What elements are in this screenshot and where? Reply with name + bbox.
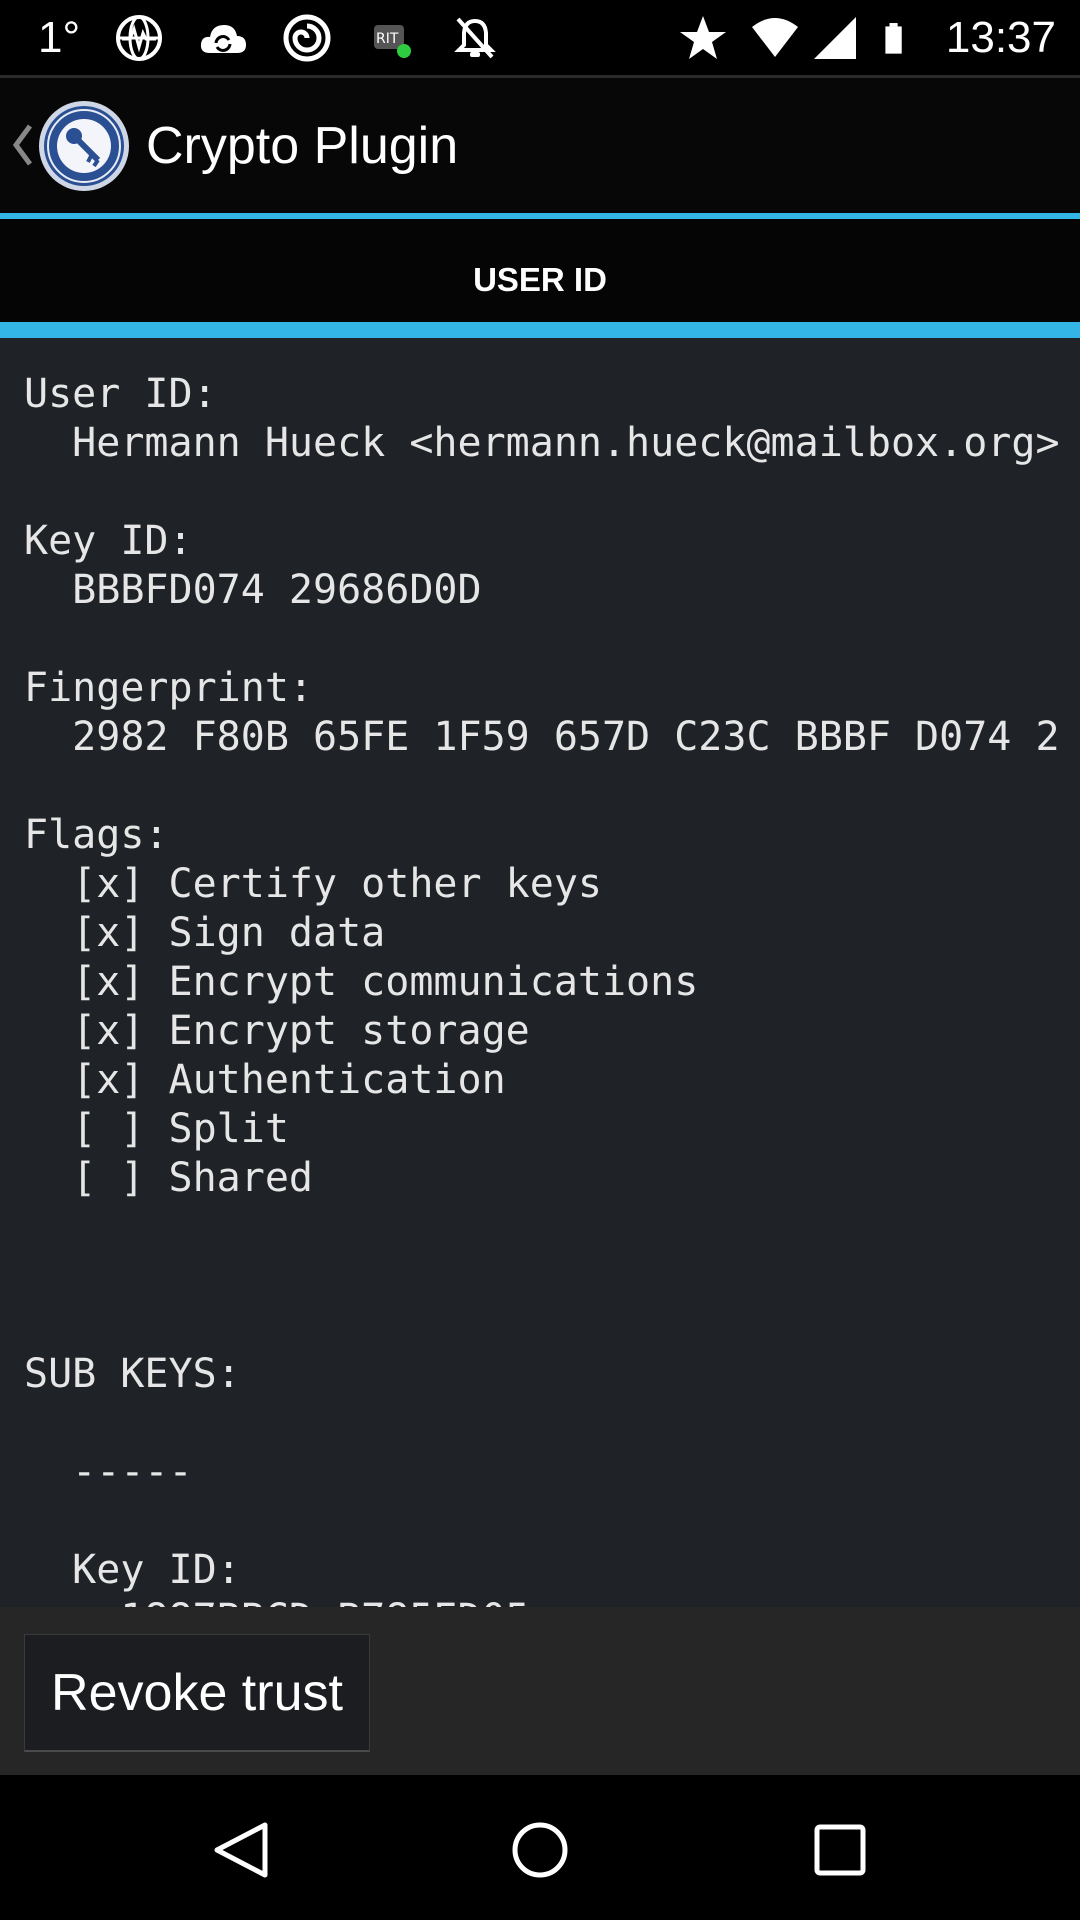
flag-item: [x] Authentication xyxy=(72,1057,506,1103)
flag-item: [x] Encrypt communications xyxy=(72,959,699,1005)
sub-key-divider: ----- xyxy=(72,1449,193,1495)
no-alarm-icon xyxy=(454,17,496,59)
sub-key-id-label: Key ID: xyxy=(72,1547,241,1593)
fingerprint-value: 2982 F80B 65FE 1F59 657D C23C BBBF D074 … xyxy=(72,714,1060,760)
swirl-app-icon xyxy=(283,14,331,62)
button-bar: Revoke trust xyxy=(0,1607,1080,1775)
cloud-sync-icon xyxy=(200,25,247,53)
globe-icon xyxy=(116,15,163,61)
key-id-label: Key ID: xyxy=(24,518,193,564)
sub-key-id-value: 1887BBCD B785ED05 xyxy=(120,1596,529,1607)
temperature-text: 1° xyxy=(38,13,81,62)
flag-item: [ ] Split xyxy=(72,1106,289,1152)
fingerprint-label: Fingerprint: xyxy=(24,665,313,711)
home-circle-icon[interactable] xyxy=(505,1815,575,1885)
wifi-icon xyxy=(751,18,798,57)
status-bar: 1° RIT 13:37 xyxy=(0,0,1080,75)
rit-app-icon: RIT xyxy=(374,25,412,58)
user-id-label: User ID: xyxy=(24,371,217,417)
flags-label: Flags: xyxy=(24,812,169,858)
flag-item: [x] Sign data xyxy=(72,910,386,956)
user-id-value: Hermann Hueck <hermann.hueck@mailbox.org… xyxy=(72,420,1060,466)
flag-item: [ ] Shared xyxy=(72,1155,313,1201)
sub-keys-label: SUB KEYS: xyxy=(24,1351,241,1397)
cell-signal-icon xyxy=(813,17,856,59)
navigation-bar xyxy=(0,1775,1080,1920)
flag-item: [x] Certify other keys xyxy=(72,861,602,907)
back-triangle-icon[interactable] xyxy=(205,1815,275,1885)
battery-icon xyxy=(885,23,902,54)
clock-time: 13:37 xyxy=(945,13,1056,62)
key-details: User ID: Hermann Hueck <hermann.hueck@ma… xyxy=(24,370,1060,1607)
tab-user-id[interactable]: USER ID xyxy=(0,261,1080,299)
recents-square-icon[interactable] xyxy=(805,1815,875,1885)
key-details-scroll[interactable]: User ID: Hermann Hueck <hermann.hueck@ma… xyxy=(0,338,1080,1607)
tab-bar: USER ID xyxy=(0,219,1080,322)
action-bar: Crypto Plugin xyxy=(0,78,1080,213)
flag-item: [x] Encrypt storage xyxy=(72,1008,530,1054)
app-logo-icon[interactable] xyxy=(38,100,130,192)
back-chevron-icon[interactable] xyxy=(10,120,34,170)
svg-text:RIT: RIT xyxy=(376,31,399,47)
star-icon xyxy=(679,16,726,59)
tab-indicator xyxy=(0,322,1080,338)
app-title: Crypto Plugin xyxy=(146,117,459,175)
key-id-value: BBBFD074 29686D0D xyxy=(72,567,482,613)
revoke-trust-button[interactable]: Revoke trust xyxy=(24,1634,370,1752)
